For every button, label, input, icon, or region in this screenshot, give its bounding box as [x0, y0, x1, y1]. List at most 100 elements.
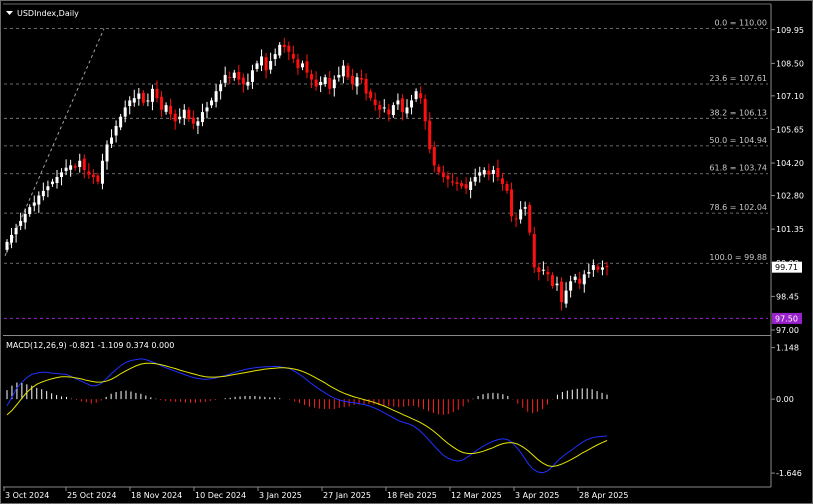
candle-body	[496, 167, 500, 177]
candle-body	[269, 61, 273, 70]
fibonacci-level-label: 0.0 = 110.00	[714, 19, 767, 28]
candle-body	[550, 275, 554, 286]
time-axis-label: 28 Apr 2025	[579, 491, 628, 500]
candle-body	[319, 81, 323, 86]
price-axis-label: 107.10	[776, 92, 804, 101]
chart-title[interactable]: USDIndex,Daily	[6, 9, 79, 18]
candle-body	[73, 166, 77, 168]
time-axis-label: 3 Apr 2025	[515, 491, 559, 500]
candle-body	[500, 178, 504, 184]
price-axis-label: 102.80	[776, 192, 804, 201]
macd-axis-label: 0.00	[776, 395, 794, 404]
candle-body	[50, 181, 54, 185]
candle-body	[478, 172, 482, 176]
chart-canvas[interactable]: USDIndex,Daily 0.0 = 110.00 23.6 = 107.61…	[0, 0, 813, 504]
time-axis-label: 25 Oct 2024	[67, 491, 116, 500]
candle-body	[391, 105, 395, 116]
candle-body	[19, 221, 23, 226]
candle-body	[160, 96, 164, 110]
candle-body	[219, 84, 223, 92]
candle-body	[128, 100, 132, 107]
candle-body	[278, 44, 282, 56]
candle-body	[228, 77, 232, 79]
candle-body	[182, 109, 186, 119]
candle-body	[150, 88, 154, 102]
candle-body	[141, 92, 145, 103]
candle-body	[100, 160, 104, 184]
candle-body	[328, 77, 332, 89]
price-axis-label: 104.20	[776, 159, 804, 168]
candle-body	[523, 207, 527, 209]
candle-body	[410, 100, 414, 108]
candle-body	[469, 181, 473, 190]
candle-body	[482, 170, 486, 175]
candle-body	[582, 274, 586, 285]
current-price-label: 99.71	[775, 263, 798, 272]
candle-body	[455, 182, 459, 184]
candle-body	[460, 183, 464, 187]
triangle-down-icon[interactable]	[6, 11, 13, 15]
fibonacci-level-label: 100.0 = 99.88	[709, 253, 767, 262]
candle-body	[55, 176, 59, 184]
time-axis-label: 18 Nov 2024	[131, 491, 182, 500]
fibonacci-level-label: 78.6 = 102.04	[709, 203, 767, 212]
fibonacci-level-label: 38.2 = 106.13	[709, 108, 767, 117]
candle-body	[337, 74, 341, 78]
candle-body	[514, 218, 518, 220]
candle-body	[546, 271, 550, 275]
candle-body	[164, 105, 168, 112]
candle-body	[105, 144, 109, 162]
candle-body	[173, 113, 177, 122]
candle-body	[14, 227, 18, 235]
candle-body	[296, 59, 300, 69]
candle-body	[605, 266, 609, 268]
support-level-label: 97.50	[775, 314, 798, 323]
macd-line	[6, 358, 608, 474]
candle-body	[187, 109, 191, 120]
candle-body	[355, 77, 359, 87]
candle-body	[273, 54, 277, 59]
candle-body	[82, 158, 86, 171]
chart-title-text: USDIndex,Daily	[17, 9, 79, 18]
candle-body	[491, 170, 495, 174]
candle-body	[373, 99, 377, 106]
candle-body	[96, 175, 100, 182]
price-axis-label: 101.35	[776, 225, 804, 234]
candle-body	[287, 45, 291, 52]
price-axis-label: 108.50	[776, 59, 804, 68]
current-price-badge: 99.71	[772, 261, 802, 273]
macd-signal-line	[6, 362, 608, 468]
candle-body	[78, 160, 82, 168]
candle-body	[487, 170, 491, 175]
candle-body	[214, 91, 218, 102]
candle-body	[541, 269, 545, 271]
candle-body	[146, 100, 150, 102]
chart-frame	[0, 0, 813, 504]
fibonacci-level-label: 23.6 = 107.61	[709, 74, 767, 83]
candlesticks	[5, 37, 609, 311]
candle-body	[64, 167, 68, 171]
candle-body	[241, 77, 245, 85]
macd-label: MACD(12,26,9) -0.821 -1.109 0.374 0.000	[6, 341, 174, 350]
candle-body	[510, 189, 514, 217]
candle-body	[450, 181, 454, 183]
candle-body	[5, 241, 9, 250]
candle-body	[114, 125, 118, 136]
candle-body	[537, 267, 541, 273]
candle-body	[305, 61, 309, 73]
candle-body	[232, 72, 236, 78]
candle-body	[519, 209, 523, 220]
macd-axis: 1.148 0.00 -1.646	[771, 344, 802, 478]
candle-body	[350, 75, 354, 85]
candle-body	[387, 109, 391, 115]
candle-body	[573, 276, 577, 280]
candle-body	[32, 202, 36, 206]
fibonacci-level-label: 50.0 = 104.94	[709, 136, 767, 145]
candle-body	[169, 105, 173, 115]
candle-body	[260, 56, 264, 66]
candle-body	[282, 44, 286, 48]
candle-body	[155, 88, 159, 99]
candle-body	[223, 74, 227, 83]
candle-body	[323, 77, 327, 85]
price-axis-label: 98.45	[776, 292, 799, 301]
